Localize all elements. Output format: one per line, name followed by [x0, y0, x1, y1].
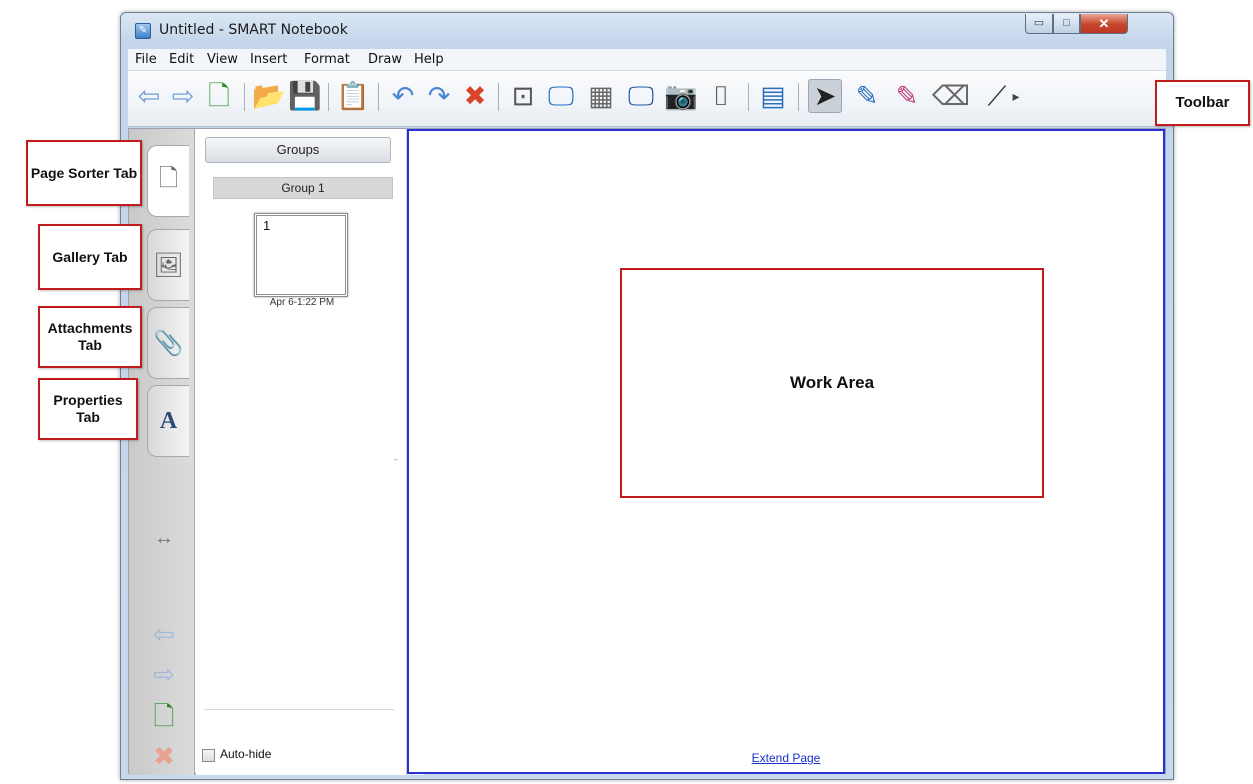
toolbar-separator	[748, 83, 749, 111]
toolbar-separator	[498, 83, 499, 111]
menu-draw[interactable]: Draw	[368, 52, 402, 67]
callout-toolbar: Toolbar	[1155, 80, 1250, 126]
page-date: Apr 6-1:22 PM	[269, 297, 335, 308]
dual-page-button[interactable]: 🖵	[624, 79, 658, 113]
page-thumbnail[interactable]: 1	[254, 213, 348, 297]
screen-capture-button[interactable]: 📷	[664, 79, 698, 113]
table-button[interactable]: ▤	[756, 79, 790, 113]
notebook-app-icon: ✎	[135, 23, 151, 39]
callout-properties-tab: Properties Tab	[38, 378, 138, 440]
delete-page-icon[interactable]: ✖	[147, 741, 181, 771]
auto-hide-checkbox[interactable]	[202, 749, 215, 762]
gallery-tab[interactable]: 🖼	[147, 229, 189, 301]
callout-attachments-tab: Attachments Tab	[38, 306, 142, 368]
toolbar-separator	[328, 83, 329, 111]
add-page-icon[interactable]: 🗋	[147, 701, 181, 735]
groups-button[interactable]: Groups	[205, 137, 391, 163]
menu-insert[interactable]: Insert	[250, 52, 287, 67]
previous-page-icon[interactable]: ⇦	[147, 619, 181, 649]
panel-divider	[204, 709, 394, 710]
save-button[interactable]: 💾	[288, 79, 322, 113]
group-header[interactable]: Group 1	[213, 177, 393, 199]
eraser-button[interactable]: ⌫	[932, 79, 970, 113]
add-page-button[interactable]: 🗋	[202, 79, 236, 113]
menu-edit[interactable]: Edit	[169, 52, 194, 67]
toolbar-separator	[378, 83, 379, 111]
attachments-tab[interactable]: 📎	[147, 307, 189, 379]
callout-page-sorter-tab: Page Sorter Tab	[26, 140, 142, 206]
callout-work-area: Work Area	[620, 268, 1044, 498]
toolbar-more-button[interactable]: ▸	[1008, 79, 1024, 113]
menu-help[interactable]: Help	[414, 52, 444, 67]
undo-button[interactable]: ↶	[386, 79, 420, 113]
title-bar: ✎ Untitled - SMART Notebook ▭ □ ✕	[121, 13, 1173, 49]
menu-format[interactable]: Format	[304, 52, 350, 67]
redo-button[interactable]: ↷	[422, 79, 456, 113]
forward-button[interactable]: ⇨	[166, 79, 200, 113]
callout-gallery-tab: Gallery Tab	[38, 224, 142, 290]
toolbar: ⇦ ⇨ 🗋 📂 💾 📋 ↶ ↷ ✖ ⊡ 🖵 ▦ 🖵 📷 ⌷ ▤ ➤ ✎ ✎ ⌫ …	[128, 71, 1166, 127]
window-title: Untitled - SMART Notebook	[159, 22, 348, 38]
move-sidebar-icon[interactable]: ↔	[147, 523, 181, 553]
toolbar-separator	[798, 83, 799, 111]
screen-shade-button[interactable]: ⊡	[506, 79, 540, 113]
delete-button[interactable]: ✖	[458, 79, 492, 113]
document-camera-button[interactable]: ⌷	[704, 79, 738, 113]
pen-button[interactable]: ✎	[850, 79, 884, 113]
page-number: 1	[263, 218, 271, 233]
paste-button[interactable]: 📋	[336, 79, 370, 113]
select-button[interactable]: ➤	[808, 79, 842, 113]
transparent-background-button[interactable]: ▦	[584, 79, 618, 113]
menu-file[interactable]: File	[135, 52, 157, 67]
minimize-button[interactable]: ▭	[1025, 14, 1053, 34]
menu-bar: File Edit View Insert Format Draw Help	[128, 49, 1166, 71]
open-file-button[interactable]: 📂	[252, 79, 286, 113]
auto-hide-label: Auto-hide	[220, 747, 272, 761]
page-sorter-panel: Groups Group 1 1 Apr 6-1:22 PM ⌐ Auto-hi…	[196, 129, 406, 775]
creative-pen-button[interactable]: ✎	[890, 79, 924, 113]
close-button[interactable]: ✕	[1080, 14, 1128, 34]
properties-tab[interactable]: A	[147, 385, 189, 457]
full-screen-button[interactable]: 🖵	[544, 79, 578, 113]
resize-grip[interactable]: ⌐	[394, 455, 399, 464]
next-page-icon[interactable]: ⇨	[147, 659, 181, 689]
toolbar-separator	[244, 83, 245, 111]
maximize-button[interactable]: □	[1053, 14, 1080, 34]
menu-view[interactable]: View	[207, 52, 238, 67]
back-button[interactable]: ⇦	[132, 79, 166, 113]
page-sorter-tab[interactable]: 🗋	[147, 145, 189, 217]
extend-page-link[interactable]: Extend Page	[409, 751, 1163, 765]
